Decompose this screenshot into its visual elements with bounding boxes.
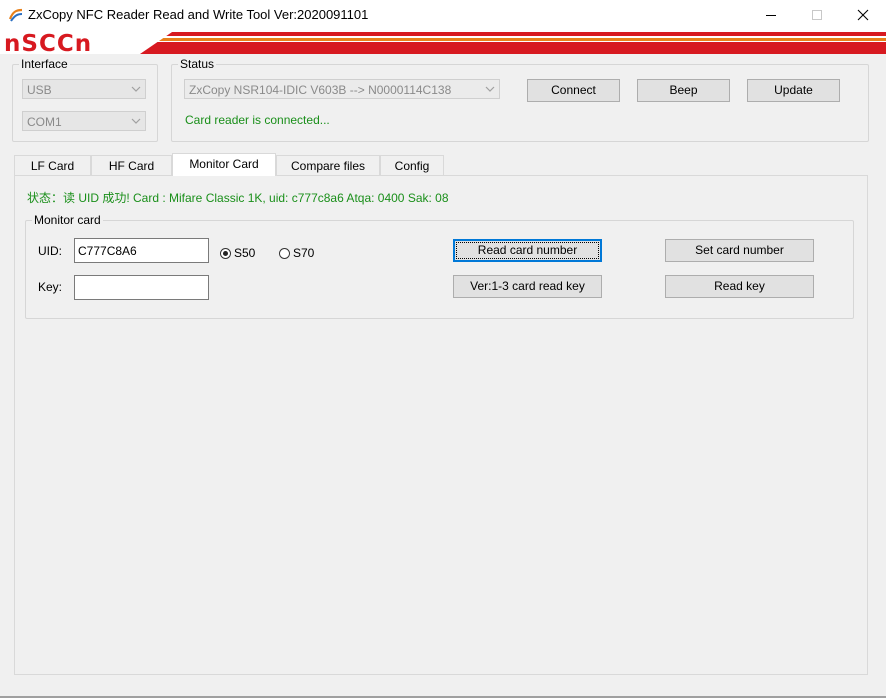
chevron-down-icon <box>485 86 495 92</box>
maximize-icon <box>811 9 822 20</box>
minimize-icon <box>765 14 776 16</box>
device-select[interactable]: ZxCopy NSR104-IDIC V603B --> N0000114C13… <box>184 79 500 99</box>
status-group: Status <box>171 57 869 142</box>
minimize-button[interactable] <box>748 0 794 30</box>
com-port-select[interactable]: COM1 <box>22 111 146 131</box>
tab-lf-card[interactable]: LF Card <box>14 155 91 175</box>
s50-label: S50 <box>234 246 256 260</box>
connection-status-text: Card reader is connected... <box>185 113 330 127</box>
beep-button[interactable]: Beep <box>637 79 730 102</box>
brand-logo: nSCCn <box>4 30 886 54</box>
app-icon <box>8 8 23 22</box>
device-value: ZxCopy NSR104-IDIC V603B --> N0000114C13… <box>189 83 452 97</box>
tab-config[interactable]: Config <box>380 155 444 175</box>
v13-read-key-button[interactable]: Ver:1-3 card read key <box>453 275 602 298</box>
svg-text:nSCCn: nSCCn <box>4 31 92 54</box>
connect-button[interactable]: Connect <box>527 79 620 102</box>
s50-radio[interactable]: S50 <box>220 246 255 260</box>
s70-label: S70 <box>293 246 315 260</box>
tab-compare-files[interactable]: Compare files <box>276 155 380 175</box>
read-status-text: 状态：读 UID 成功! Card : Mifare Classic 1K, u… <box>27 191 449 205</box>
title-bar[interactable]: ZxCopy NFC Reader Read and Write Tool Ve… <box>0 0 886 30</box>
tab-hf-card[interactable]: HF Card <box>91 155 172 175</box>
maximize-button[interactable] <box>794 0 840 30</box>
com-port-value: COM1 <box>27 115 62 129</box>
tab-label: LF Card <box>30 159 75 173</box>
tab-label: Monitor Card <box>189 157 259 171</box>
read-key-button[interactable]: Read key <box>665 275 814 298</box>
uid-input[interactable] <box>74 238 209 263</box>
tab-label: Config <box>394 159 430 173</box>
set-card-number-button[interactable]: Set card number <box>665 239 814 262</box>
key-label: Key: <box>38 280 63 294</box>
tab-label: HF Card <box>108 159 155 173</box>
key-input[interactable] <box>74 275 209 300</box>
interface-type-value: USB <box>27 83 52 97</box>
radio-checked-icon <box>220 247 231 259</box>
radio-unchecked-icon <box>279 247 290 259</box>
status-group-label: Status <box>178 57 217 71</box>
interface-type-select[interactable]: USB <box>22 79 146 99</box>
window-title: ZxCopy NFC Reader Read and Write Tool Ve… <box>28 7 369 22</box>
focus-ring <box>456 242 599 259</box>
chevron-down-icon <box>131 118 141 124</box>
chevron-down-icon <box>131 86 141 92</box>
tab-label: Compare files <box>290 159 366 173</box>
s70-radio[interactable]: S70 <box>279 246 314 260</box>
update-button[interactable]: Update <box>747 79 840 102</box>
monitor-card-group: Monitor card <box>25 213 854 319</box>
uid-label: UID: <box>38 244 62 258</box>
app-window: ZxCopy NFC Reader Read and Write Tool Ve… <box>0 0 886 698</box>
read-card-number-button[interactable]: Read card number <box>453 239 602 262</box>
monitor-card-group-label: Monitor card <box>32 213 103 227</box>
tab-monitor-card[interactable]: Monitor Card <box>172 153 276 176</box>
interface-group-label: Interface <box>19 57 70 71</box>
brand-banner: nSCCn <box>0 30 886 54</box>
close-button[interactable] <box>840 0 886 30</box>
close-icon <box>857 9 869 21</box>
